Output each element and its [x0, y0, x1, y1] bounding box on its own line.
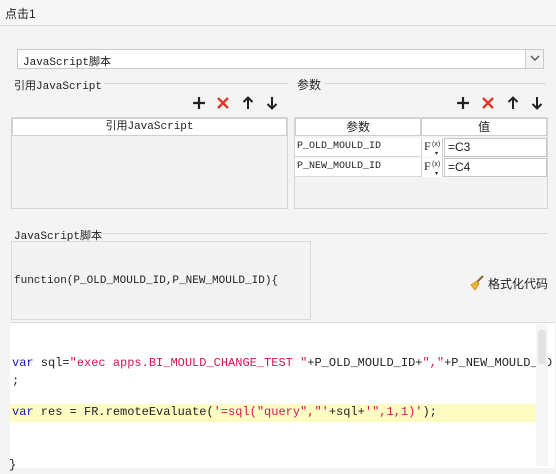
ref-js-divider: [104, 83, 288, 84]
formula-icon[interactable]: F (x) ▾: [421, 158, 443, 177]
close-icon: [217, 97, 229, 109]
js-script-divider: [100, 233, 548, 234]
ref-delete-button[interactable]: [214, 94, 232, 112]
plus-icon: [193, 97, 205, 109]
param-delete-button[interactable]: [479, 94, 497, 112]
param-row[interactable]: P_NEW_MOULD_ID F (x) ▾ =C4: [295, 158, 547, 177]
broom-icon: [470, 275, 484, 291]
ref-move-up-button[interactable]: [239, 94, 257, 112]
ref-move-down-button[interactable]: [263, 94, 281, 112]
params-table: 参数 值 P_OLD_MOULD_ID F (x) ▾ =C3 P_NEW_MOUL…: [294, 117, 548, 209]
param-move-up-button[interactable]: [504, 94, 522, 112]
dialog-titlebar: 点击1: [0, 0, 556, 26]
params-value-header: 值: [421, 118, 547, 136]
arrow-up-icon: [242, 96, 254, 109]
param-name: P_NEW_MOULD_ID: [297, 161, 382, 172]
function-signature-box: function(P_OLD_MOULD_ID,P_NEW_MOULD_ID){: [11, 241, 311, 320]
closing-brace: }: [9, 458, 17, 472]
params-divider: [324, 83, 546, 84]
script-type-value: JavaScript脚本: [23, 57, 112, 69]
arrow-down-icon: [531, 97, 543, 110]
formula-icon[interactable]: F (x) ▾: [421, 138, 443, 157]
code-line-1: var sql="exec apps.BI_MOULD_CHANGE_TEST …: [12, 356, 553, 370]
code-editor[interactable]: var sql="exec apps.BI_MOULD_CHANGE_TEST …: [10, 322, 555, 468]
code-line-2: ;: [12, 374, 20, 388]
param-move-down-button[interactable]: [528, 94, 546, 112]
param-value-input[interactable]: =C3: [444, 138, 547, 157]
function-signature: function(P_OLD_MOULD_ID,P_NEW_MOULD_ID){: [14, 275, 279, 287]
dialog-title: 点击1: [5, 7, 36, 21]
param-value-input[interactable]: =C4: [444, 158, 547, 177]
ref-add-button[interactable]: [190, 94, 208, 112]
script-type-select[interactable]: JavaScript脚本: [17, 49, 544, 69]
code-scrollbar-thumb[interactable]: [538, 330, 546, 364]
close-icon: [482, 97, 494, 109]
plus-icon: [457, 97, 469, 109]
param-name: P_OLD_MOULD_ID: [297, 141, 382, 152]
ref-js-list-panel: 引用JavaScript: [11, 117, 288, 209]
params-name-header: 参数: [295, 118, 421, 136]
param-add-button[interactable]: [454, 94, 472, 112]
ref-js-column-header: 引用JavaScript: [12, 118, 287, 136]
arrow-down-icon: [266, 97, 278, 110]
ref-js-section-label: 引用JavaScript: [14, 81, 103, 93]
param-row[interactable]: P_OLD_MOULD_ID F (x) ▾ =C3: [295, 138, 547, 157]
arrow-up-icon: [507, 96, 519, 109]
format-code-label: 格式化代码: [488, 277, 549, 291]
params-section-label: 参数: [297, 78, 322, 92]
code-line-3: var res = FR.remoteEvaluate('=sql("query…: [12, 405, 437, 419]
chevron-down-icon[interactable]: [525, 50, 543, 68]
